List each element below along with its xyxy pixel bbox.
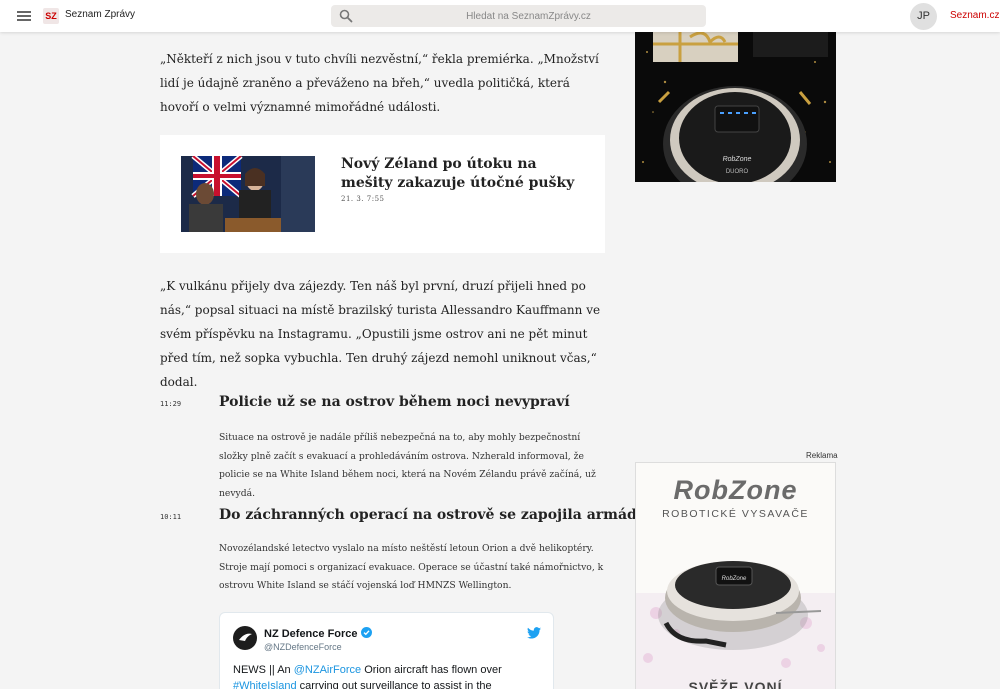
- tweet-avatar[interactable]: [233, 626, 257, 650]
- related-article-title[interactable]: Nový Zéland po útoku na mešity zakazuje …: [341, 155, 581, 193]
- related-article-card[interactable]: Nový Zéland po útoku na mešity zakazuje …: [160, 135, 605, 253]
- user-avatar[interactable]: JP: [910, 3, 937, 30]
- site-name[interactable]: Seznam Zprávy: [65, 9, 135, 20]
- search-icon[interactable]: [339, 9, 353, 23]
- live-update-text: Novozélandské letectvo vyslalo na místo …: [219, 543, 604, 591]
- advertisement-banner-top[interactable]: RobZone DUORO: [635, 32, 836, 182]
- tweet-text: NEWS || An @NZAirForce Orion aircraft ha…: [233, 662, 543, 689]
- top-header: SZ Seznam Zprávy JP Seznam.cz: [0, 0, 1000, 32]
- ad-device-brand: RobZone: [722, 576, 747, 582]
- live-update-heading: Do záchranných operací na ostrově se zap…: [219, 507, 646, 523]
- live-update-text: Situace na ostrově je nadále příliš nebe…: [219, 432, 596, 499]
- tweet-handle[interactable]: @NZDefenceForce: [264, 642, 342, 652]
- ad-label: Reklama: [806, 451, 838, 460]
- ad-brand-logo[interactable]: RobZone: [636, 475, 835, 506]
- seznam-link[interactable]: Seznam.cz: [950, 10, 999, 21]
- related-article-date: 21. 3. 7:55: [341, 195, 385, 203]
- menu-icon[interactable]: [17, 11, 31, 21]
- ad-slogan: SVĚŽE VONÍ: [688, 679, 783, 689]
- ad-subtitle: ROBOTICKÉ VYSAVAČE: [662, 508, 809, 520]
- verified-icon: [360, 627, 372, 638]
- live-update-time: 10:11: [160, 513, 182, 521]
- tweet-mention-link[interactable]: @NZAirForce: [294, 664, 361, 676]
- article-paragraph: „K vulkánu přijely dva zájezdy. Ten náš …: [160, 279, 601, 389]
- top-ad-device-model: DUORO: [726, 169, 749, 175]
- embedded-tweet[interactable]: NZ Defence Force @NZDefenceForce NEWS ||…: [219, 612, 554, 689]
- advertisement-banner-bottom[interactable]: RobZone RobZone ROBOTICKÉ VYSAVAČE SVĚŽE…: [635, 462, 836, 689]
- article-paragraph: „Někteří z nich jsou v tuto chvíli nezvě…: [160, 52, 599, 114]
- logo-badge[interactable]: SZ: [43, 8, 59, 24]
- related-article-thumbnail[interactable]: [181, 156, 315, 232]
- search-input[interactable]: [361, 5, 696, 27]
- twitter-bird-icon[interactable]: [527, 627, 541, 639]
- tweet-hashtag-link[interactable]: #WhiteIsland: [233, 680, 297, 689]
- live-update-heading: Policie už se na ostrov během noci nevyp…: [219, 394, 570, 410]
- live-update-time: 11:29: [160, 400, 182, 408]
- top-ad-device-brand: RobZone: [723, 156, 752, 163]
- tweet-author-name[interactable]: NZ Defence Force: [264, 627, 372, 640]
- search-bar[interactable]: [331, 5, 706, 27]
